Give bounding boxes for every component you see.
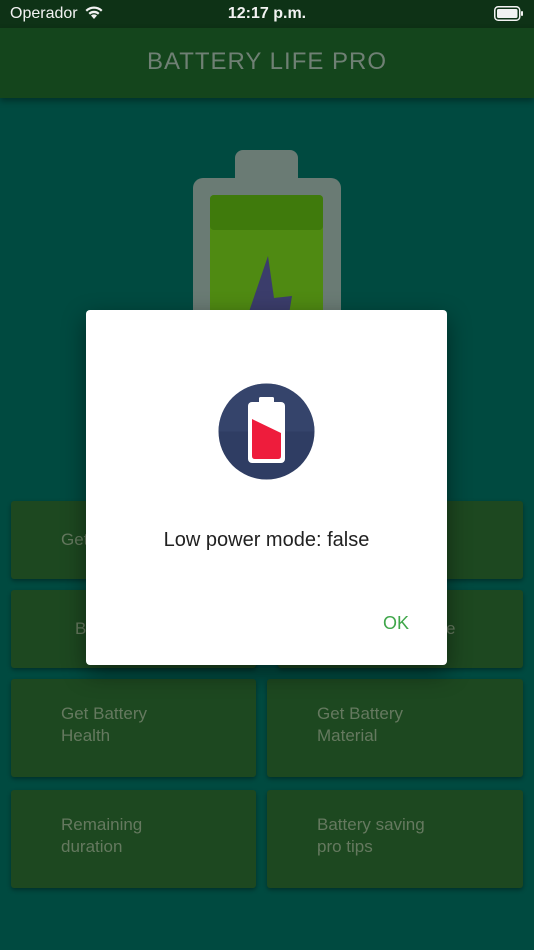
grid-button-label: Get (61, 530, 89, 549)
status-bar: Operador 12:17 p.m. (0, 0, 534, 28)
battery-low-icon (218, 383, 315, 485)
grid-button-label: B (75, 619, 87, 638)
battery-health-button[interactable]: Get Battery Health (11, 679, 256, 777)
page-title: BATTERY LIFE PRO (146, 48, 388, 75)
grid-button-label: Remaining duration (61, 815, 143, 856)
battery-status-icon (494, 6, 524, 26)
ok-button[interactable]: OK (383, 613, 409, 634)
clock: 12:17 p.m. (227, 5, 307, 22)
grid-button-label: Battery saving pro tips (317, 815, 425, 856)
battery-material-button[interactable]: Get Battery Material (267, 679, 523, 777)
app-bar: BATTERY LIFE PRO (0, 28, 534, 98)
battery-saving-tips-button[interactable]: Battery saving pro tips (267, 790, 523, 888)
low-power-dialog: Low power mode: false OK (86, 310, 447, 665)
remaining-duration-button[interactable]: Remaining duration (11, 790, 256, 888)
dialog-message: Low power mode: false (163, 529, 370, 551)
grid-button-label: Get Battery Health (61, 704, 147, 745)
grid-button-label: e (446, 619, 456, 638)
grid-button-label: Get Battery Material (317, 704, 403, 745)
